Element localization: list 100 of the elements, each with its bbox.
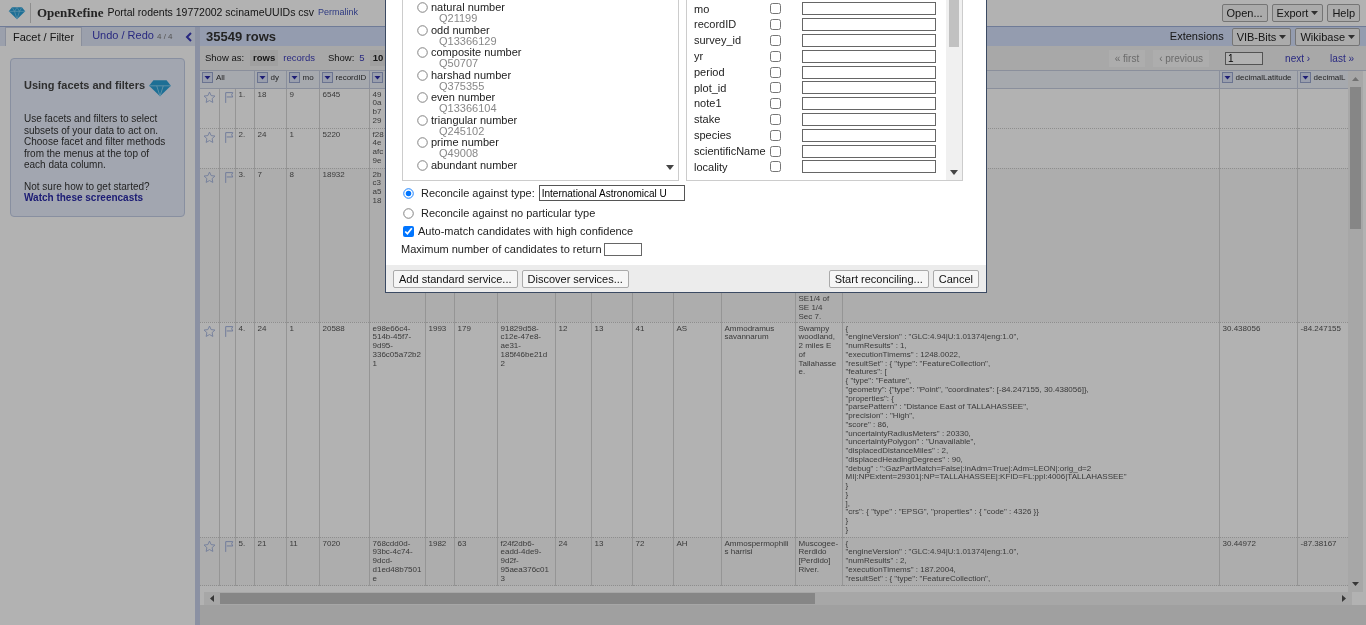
view-mode-option[interactable]: records — [280, 49, 318, 67]
checkbox[interactable] — [770, 35, 781, 46]
dialog-button[interactable]: Add standard service... — [393, 269, 518, 288]
type-id: Q245102 — [439, 125, 486, 137]
vertical-scrollbar[interactable] — [1348, 71, 1363, 592]
property-field[interactable] — [802, 2, 936, 16]
table-cell: 13 — [594, 323, 604, 333]
panel-tab[interactable]: Undo / Redo 4 / 4 — [84, 27, 181, 46]
view-mode-option[interactable]: rows — [250, 49, 279, 67]
property-field[interactable] — [802, 128, 936, 142]
property-field[interactable] — [802, 144, 936, 158]
checkbox[interactable] — [770, 98, 781, 110]
checkbox[interactable] — [770, 145, 781, 157]
checkbox[interactable] — [770, 50, 781, 62]
radio-button[interactable] — [417, 92, 428, 103]
column-name: locality — [694, 159, 729, 175]
checkbox[interactable] — [770, 3, 781, 15]
radio-button[interactable] — [417, 114, 428, 126]
screencasts-link[interactable]: Watch these screencasts — [24, 192, 144, 203]
property-field[interactable] — [802, 97, 936, 111]
panel-tab[interactable]: Facet / Filter — [5, 27, 83, 46]
radio-button[interactable] — [417, 137, 428, 148]
dialog-button[interactable]: Cancel — [932, 269, 979, 288]
extension-menu[interactable]: Wikibase — [1295, 27, 1360, 46]
header-button[interactable]: Help — [1327, 4, 1360, 22]
list-scrollbar[interactable] — [946, 0, 962, 180]
property-field[interactable] — [802, 81, 936, 95]
dropdown-icon[interactable] — [371, 71, 383, 83]
star-icon[interactable] — [203, 324, 216, 338]
star-icon[interactable] — [203, 170, 216, 184]
radio-button[interactable] — [417, 159, 428, 171]
scrollbar-thumb[interactable] — [949, 0, 959, 47]
checkbox[interactable] — [770, 113, 781, 125]
dropdown-icon[interactable] — [1299, 72, 1311, 83]
star-icon[interactable] — [203, 130, 216, 144]
scrollbar-thumb[interactable] — [1350, 87, 1361, 229]
star-icon[interactable] — [203, 539, 216, 553]
dialog-button[interactable]: Start reconciling... — [828, 269, 929, 288]
pager-link[interactable]: next › — [1279, 49, 1317, 67]
property-field[interactable] — [802, 34, 936, 47]
property-field[interactable] — [802, 160, 936, 174]
dropdown-icon[interactable] — [321, 72, 333, 83]
column-name: yr — [694, 49, 705, 65]
checkbox[interactable] — [770, 19, 781, 31]
checkbox[interactable] — [770, 161, 781, 173]
property-field[interactable] — [802, 65, 936, 79]
candidates-field[interactable] — [603, 242, 642, 256]
caret-icon — [1279, 34, 1287, 39]
type-name[interactable]: prime number — [431, 136, 499, 148]
dropdown-icon[interactable] — [202, 72, 213, 83]
property-field[interactable] — [802, 49, 936, 63]
table-cell: 5220 — [322, 129, 341, 139]
table-cell: 7020 — [322, 538, 341, 548]
page-number-field[interactable]: 1 — [1225, 51, 1264, 65]
checkbox[interactable] — [770, 82, 781, 94]
diamond-icon — [148, 79, 172, 97]
header-button[interactable]: Open... — [1221, 4, 1268, 22]
property-field[interactable] — [802, 18, 936, 32]
dropdown-icon[interactable] — [1221, 72, 1233, 83]
checkbox[interactable] — [770, 66, 781, 78]
dropdown-icon[interactable] — [256, 72, 268, 83]
type-name[interactable]: triangular number — [431, 113, 518, 126]
column-header[interactable]: All — [216, 71, 225, 84]
horizontal-scrollbar[interactable] — [204, 592, 1352, 605]
table-cell: 18932 — [322, 169, 345, 179]
table-cell: 12 — [558, 323, 568, 333]
star-icon[interactable] — [203, 90, 216, 104]
pager-link[interactable]: last » — [1324, 49, 1360, 67]
radio-button[interactable] — [403, 207, 414, 219]
permalink[interactable]: Permalink — [318, 6, 359, 20]
dialog-button[interactable]: Discover services... — [521, 269, 629, 288]
table-cell: e98e66c4-514b-45f7-9d95-336c05a72b21 — [372, 323, 421, 368]
dropdown-icon[interactable] — [288, 72, 300, 83]
type-name[interactable]: abundant number — [431, 158, 518, 171]
type-field[interactable]: International Astronomical U — [538, 185, 685, 201]
radio-button[interactable] — [417, 69, 428, 81]
header-button[interactable]: Export — [1271, 4, 1324, 22]
scrollbar-thumb[interactable] — [220, 593, 815, 604]
table-cell: SE1/4 of SE 1/4 Sec 7. — [798, 294, 830, 321]
table-cell: Ammospermophilis harrisi — [724, 538, 789, 557]
property-field[interactable] — [802, 112, 936, 126]
type-name[interactable]: harshad number — [431, 68, 512, 81]
checkbox[interactable] — [403, 226, 414, 237]
chevron-left-icon[interactable] — [184, 32, 193, 43]
type-id: Q13366104 — [438, 103, 497, 114]
radio-button[interactable] — [417, 24, 428, 36]
extension-menu[interactable]: VIB-Bits — [1231, 27, 1292, 46]
type-name[interactable]: composite number — [431, 46, 522, 58]
table-cell: -84.247155 — [1300, 323, 1341, 333]
column-name: mo — [694, 1, 711, 17]
project-title: Portal rodents 19772002 scinameUUIDs csv — [107, 5, 315, 21]
radio-button[interactable] — [417, 47, 428, 58]
type-name[interactable]: even number — [431, 91, 496, 103]
radio-button[interactable] — [403, 187, 414, 199]
type-name[interactable]: natural number — [431, 1, 505, 13]
page-size-option[interactable]: 5 — [356, 49, 368, 67]
checkbox[interactable] — [770, 129, 781, 141]
type-name[interactable]: odd number — [431, 23, 490, 36]
radio-button[interactable] — [417, 2, 428, 13]
table-cell: 2b c3 a5 18 — [372, 169, 382, 205]
